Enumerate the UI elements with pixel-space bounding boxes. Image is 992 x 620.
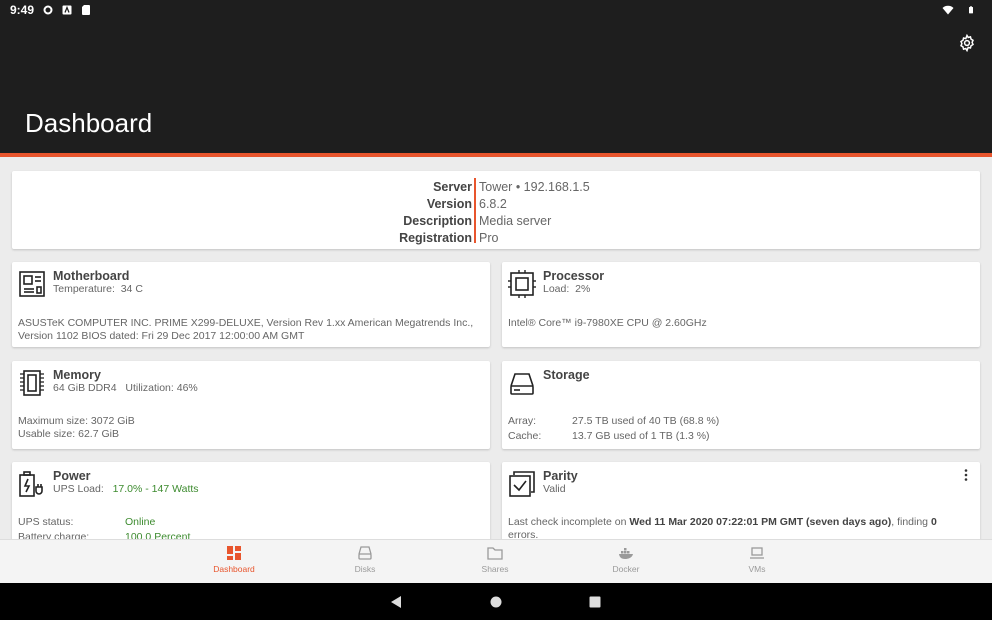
nav-dashboard[interactable]: Dashboard [199,545,269,574]
server-info-card: Server Version Description Registration … [12,171,980,249]
bottom-navigation: Dashboard Disks Shares Docker VMs [0,539,992,583]
processor-icon [508,270,536,298]
docker-icon [619,548,633,559]
server-labels: Server Version Description Registration [399,179,472,247]
status-right [942,4,982,16]
processor-title: Processor [543,269,605,283]
back-icon[interactable] [388,594,404,610]
version-label: Version [426,197,472,211]
version-value: 6.8.2 [479,197,507,211]
description-label: Description [403,214,472,228]
cache-label: Cache: [508,430,542,442]
nav-vms-label: VMs [748,564,766,574]
motherboard-temperature: Temperature: 34 C [53,283,143,295]
ups-battery-icon [19,471,43,497]
parity-check-icon [509,471,535,497]
parity-title: Parity [543,469,578,483]
motherboard-line-2: Version 1102 BIOS dated: Fri 29 Dec 2017… [18,330,305,342]
settings-notification-icon [43,5,53,15]
ups-status-label: UPS status: [18,516,74,528]
wifi-icon [942,5,954,15]
settings-gear-icon[interactable] [958,34,976,52]
nav-shares-label: Shares [481,564,509,574]
accent-divider [0,153,992,157]
nav-dashboard-label: Dashboard [213,564,255,574]
folder-icon [487,547,503,560]
processor-details: Intel® Core™ i9-7980XE CPU @ 2.60GHz [508,317,707,330]
motherboard-icon [19,271,45,297]
motherboard-title: Motherboard [53,269,130,283]
description-value: Media server [479,214,552,228]
ups-load-label: UPS Load: [53,483,104,495]
processor-load: Load: 2% [543,283,590,295]
nav-shares[interactable]: Shares [460,545,530,574]
processor-card[interactable]: Processor Load: 2% Intel® Core™ i9-7980X… [502,262,980,347]
motherboard-card[interactable]: Motherboard Temperature: 34 C ASUSTeK CO… [12,262,490,347]
laptop-icon [750,547,764,559]
registration-value: Pro [479,231,499,245]
app-notification-icon [62,5,72,15]
disks-icon [358,546,372,560]
array-row: Array: 27.5 TB used of 40 TB (68.8 %) [508,415,719,428]
parity-status: Valid [543,483,566,495]
parity-msg-prefix: Last check incomplete on [508,516,630,528]
load-label: Load: [543,283,570,295]
memory-usable-size: Usable size: 62.7 GiB [18,428,119,440]
status-time: 9:49 [10,3,35,17]
server-label: Server [433,180,472,194]
load-value: 2% [575,283,591,295]
cache-row: Cache: 13.7 GB used of 1 TB (1.3 %) [508,430,719,443]
server-divider [474,178,476,243]
memory-max-size: Maximum size: 3072 GiB [18,415,135,427]
cache-value: 13.7 GB used of 1 TB (1.3 %) [572,430,710,442]
ups-load-value: 17.0% - 147 Watts [112,483,199,495]
memory-summary: 64 GiB DDR4 Utilization: 46% [53,382,198,394]
dashboard-icon [227,546,241,560]
more-vert-icon[interactable] [960,468,972,482]
memory-card[interactable]: Memory 64 GiB DDR4 Utilization: 46% Maxi… [12,361,490,449]
home-icon[interactable] [488,594,504,610]
nav-docker-label: Docker [612,564,640,574]
storage-title: Storage [543,368,590,382]
memory-title: Memory [53,368,101,382]
ups-load: UPS Load: 17.0% - 147 Watts [53,483,199,495]
nav-disks[interactable]: Disks [330,545,400,574]
parity-msg-count: 0 [930,516,937,528]
motherboard-details: ASUSTeK COMPUTER INC. PRIME X299-DELUXE,… [18,317,473,343]
server-value: Tower • 192.168.1.5 [479,180,590,194]
storage-card[interactable]: Storage Array: 27.5 TB used of 40 TB (68… [502,361,980,449]
nav-vms[interactable]: VMs [722,545,792,574]
registration-label: Registration [399,231,472,245]
memory-details: Maximum size: 3072 GiB Usable size: 62.7… [18,415,135,441]
parity-msg-mid: , finding [891,516,931,528]
motherboard-line-1: ASUSTeK COMPUTER INC. PRIME X299-DELUXE,… [18,317,474,329]
memory-utilization: Utilization: 46% [125,382,198,394]
app-bar: Dashboard [0,20,992,153]
array-label: Array: [508,415,537,427]
ups-status-row: UPS status: Online [18,516,190,529]
page-title: Dashboard [25,108,153,138]
nav-disks-label: Disks [354,564,376,574]
parity-card[interactable]: Parity Valid Last check incomplete on We… [502,462,980,542]
sd-card-icon [82,5,91,15]
status-bar: 9:49 [0,0,992,20]
ups-status-value: Online [125,516,156,528]
power-card[interactable]: Power UPS Load: 17.0% - 147 Watts UPS st… [12,462,490,542]
storage-details: Array: 27.5 TB used of 40 TB (68.8 %) Ca… [508,415,719,443]
memory-type: 64 GiB DDR4 [53,382,117,394]
cpu-model: Intel® Core™ i9-7980XE CPU @ 2.60GHz [508,317,707,329]
temperature-value: 34 C [120,283,143,295]
server-values: Tower • 192.168.1.5 6.8.2 Media server P… [479,179,590,247]
temperature-label: Temperature: [53,283,115,295]
nav-docker[interactable]: Docker [591,545,661,574]
system-navigation-bar [0,583,992,620]
hard-drive-icon [510,373,534,395]
memory-icon [20,370,44,396]
power-title: Power [53,469,91,483]
battery-icon [969,6,973,14]
parity-msg-date: Wed 11 Mar 2020 07:22:01 PM GMT (seven d… [629,516,892,528]
recents-icon[interactable] [587,594,603,610]
array-value: 27.5 TB used of 40 TB (68.8 %) [572,415,720,427]
